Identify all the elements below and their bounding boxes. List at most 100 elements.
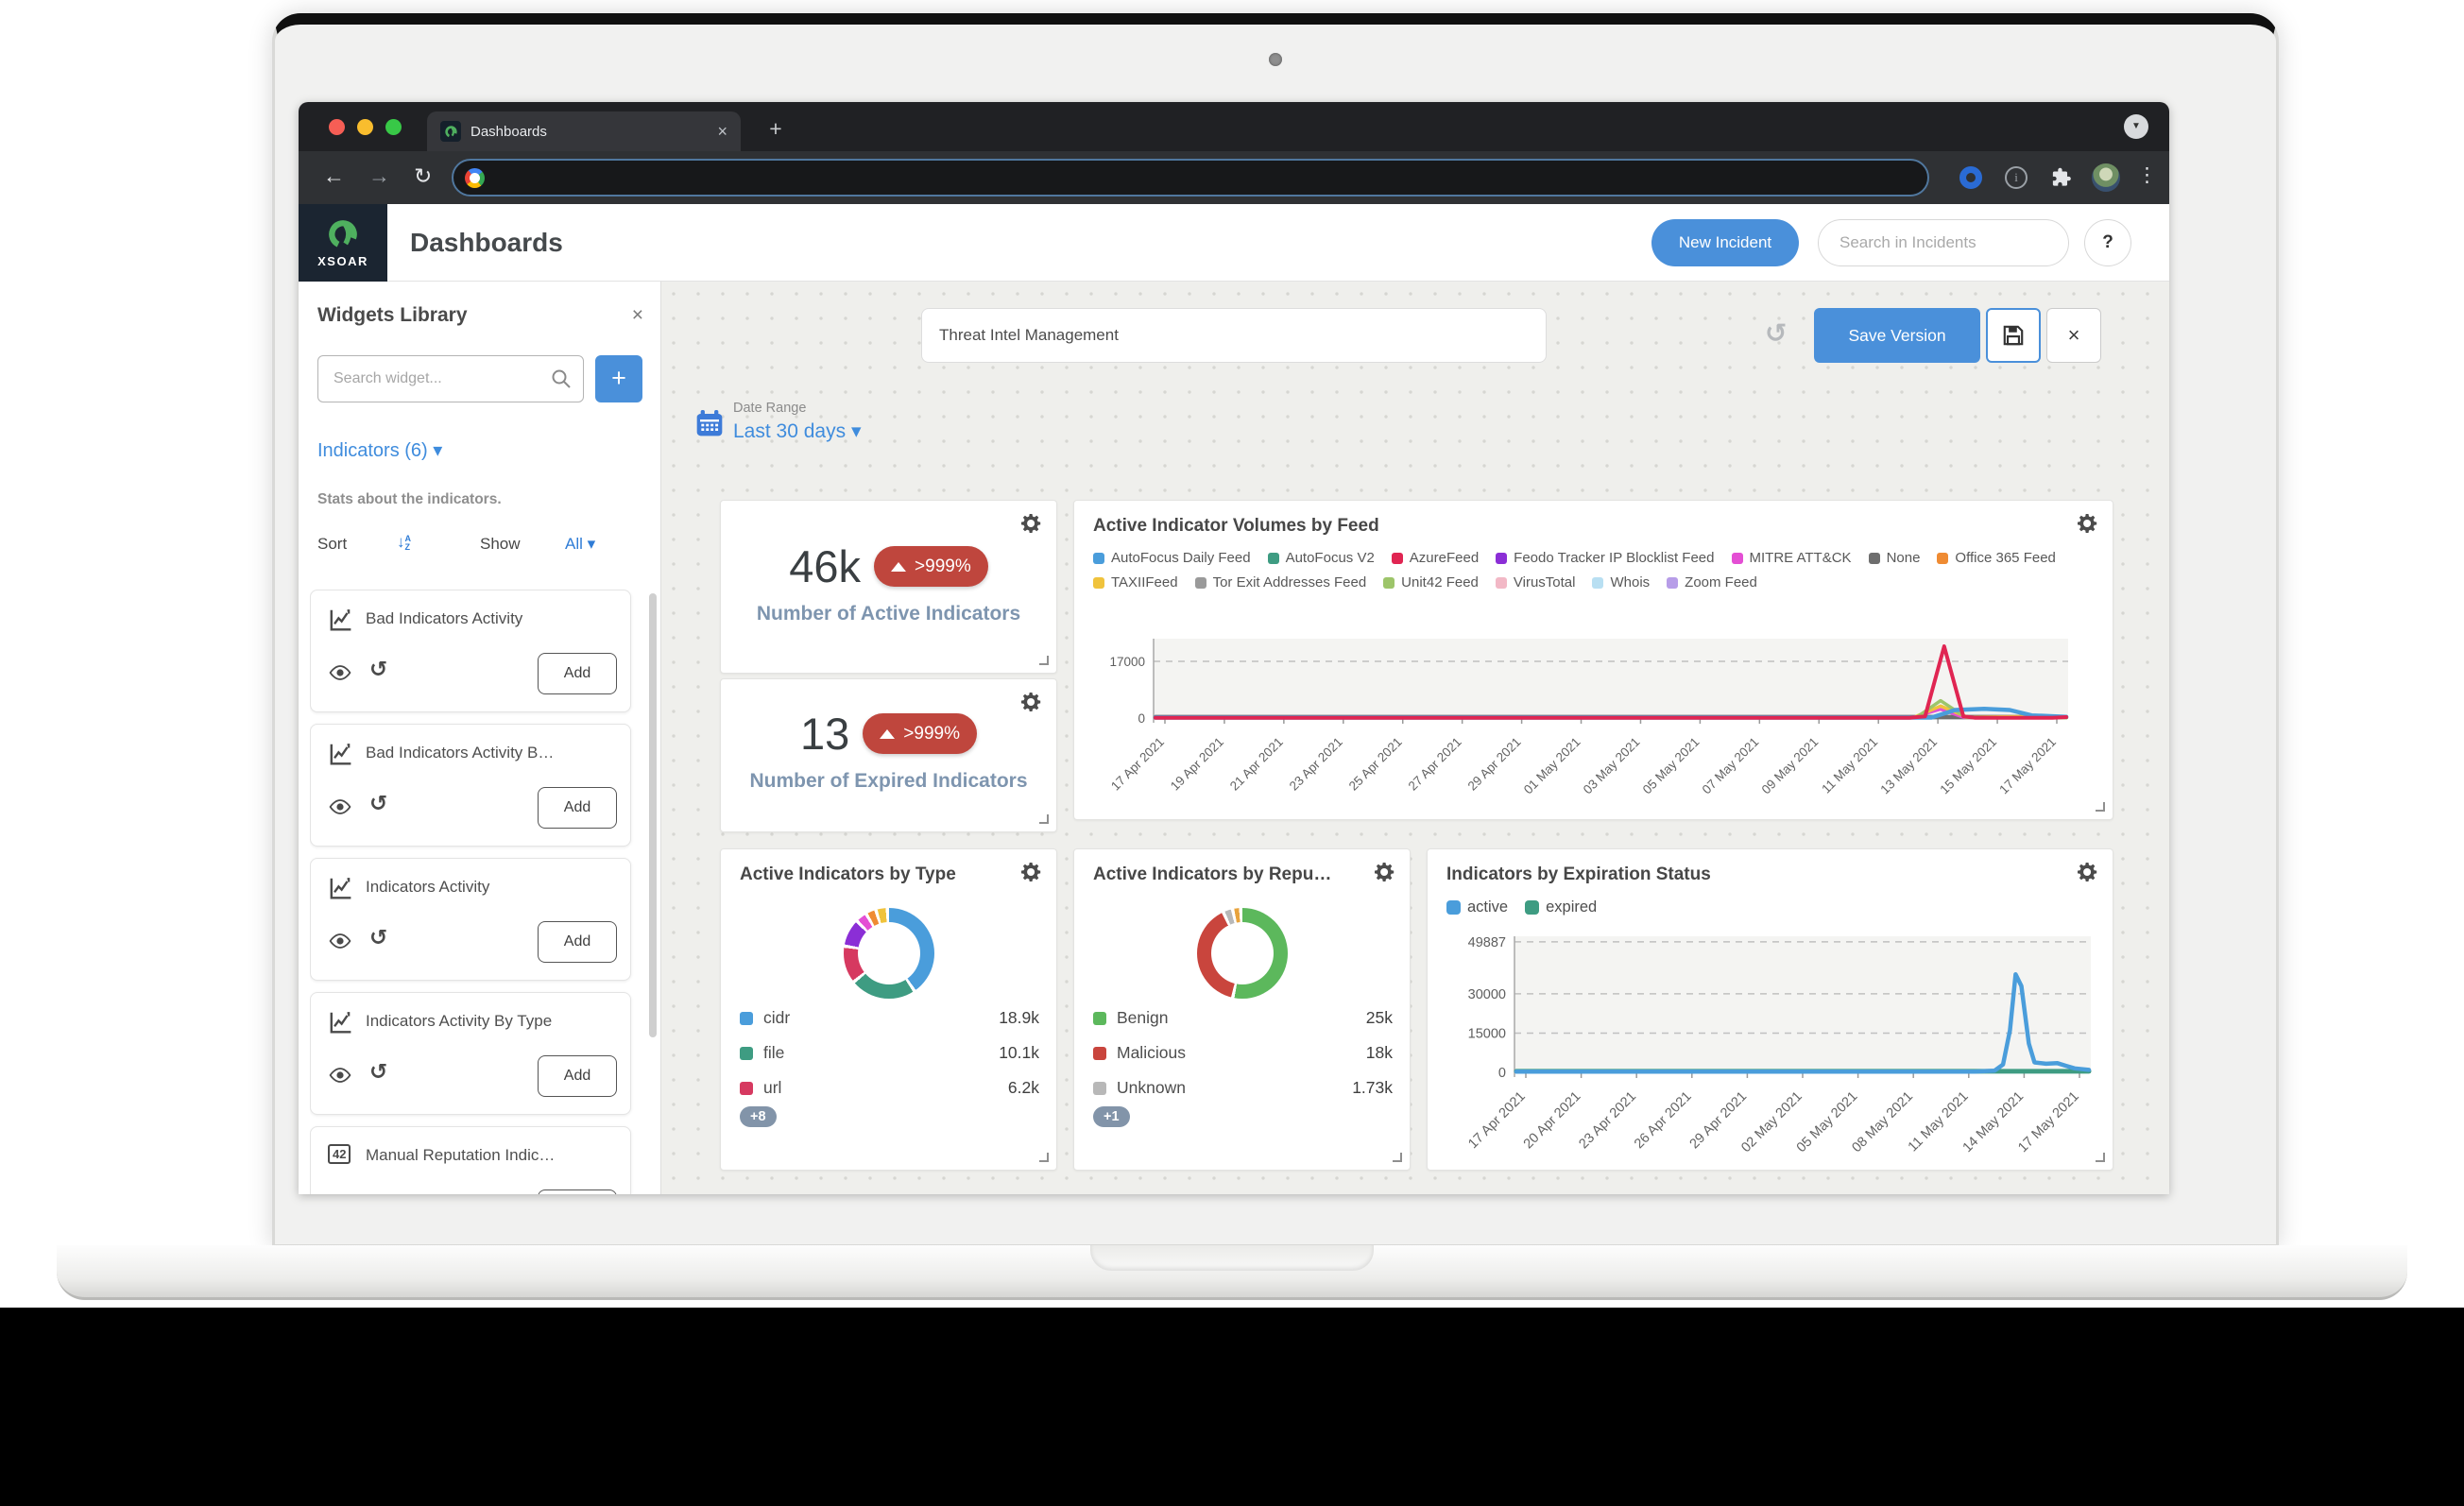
- search-incidents-input[interactable]: [1818, 219, 2069, 266]
- legend-item[interactable]: Unit42 Feed: [1383, 574, 1479, 590]
- help-button[interactable]: ?: [2084, 219, 2131, 266]
- legend-item[interactable]: AutoFocus Daily Feed: [1093, 550, 1251, 566]
- donut-legend-row[interactable]: Benign25k: [1093, 1001, 1393, 1035]
- extensions-puzzle-icon[interactable]: [2048, 165, 2073, 190]
- date-range-dropdown[interactable]: Last 30 days ▾: [733, 419, 861, 443]
- widget-library-card[interactable]: Indicators Activity↺Add: [310, 858, 631, 981]
- history-icon[interactable]: ↺: [369, 925, 387, 950]
- widget-library-card[interactable]: Indicators Activity By Type↺Add: [310, 992, 631, 1115]
- preview-eye-icon[interactable]: [328, 664, 352, 681]
- history-icon[interactable]: ↺: [369, 1059, 387, 1085]
- tab-close-icon[interactable]: ×: [717, 122, 727, 142]
- new-incident-button[interactable]: New Incident: [1651, 219, 1799, 266]
- resize-handle[interactable]: [2096, 1153, 2105, 1162]
- resize-handle[interactable]: [1039, 814, 1049, 824]
- donut-legend-row[interactable]: file10.1k: [740, 1035, 1039, 1070]
- donut-legend-row[interactable]: url6.2k: [740, 1070, 1039, 1105]
- legend-item[interactable]: active: [1446, 898, 1508, 916]
- add-widget-to-dashboard-button[interactable]: Add: [538, 653, 617, 694]
- legend-item[interactable]: AzureFeed: [1392, 550, 1479, 566]
- save-version-button[interactable]: Save Version: [1814, 308, 1980, 363]
- widget-library-card[interactable]: Bad Indicators Activity↺Add: [310, 590, 631, 712]
- resize-handle[interactable]: [2096, 802, 2105, 812]
- add-widget-to-dashboard-button[interactable]: Add: [538, 1189, 617, 1194]
- legend-item[interactable]: None: [1869, 550, 1921, 566]
- number-widget-icon: 42: [328, 1144, 351, 1164]
- add-widget-button[interactable]: +: [595, 355, 642, 402]
- legend-item[interactable]: Whois: [1592, 574, 1650, 590]
- legend-item[interactable]: TAXIIFeed: [1093, 574, 1178, 590]
- window-close-button[interactable]: [329, 119, 345, 135]
- window-zoom-button[interactable]: [385, 119, 402, 135]
- add-widget-to-dashboard-button[interactable]: Add: [538, 787, 617, 829]
- legend-swatch: [1383, 577, 1395, 589]
- gear-icon[interactable]: [2077, 861, 2099, 883]
- show-filter-dropdown[interactable]: All ▾: [565, 535, 595, 554]
- sort-az-icon[interactable]: ↓AZ: [397, 533, 411, 552]
- legend-item[interactable]: Tor Exit Addresses Feed: [1195, 574, 1367, 590]
- indicators-category-dropdown[interactable]: Indicators (6) ▾: [317, 438, 442, 462]
- browser-tab[interactable]: Dashboards ×: [427, 111, 741, 151]
- donut-legend-row[interactable]: Unknown1.73k: [1093, 1070, 1393, 1105]
- donut-legend-row[interactable]: Malicious18k: [1093, 1035, 1393, 1070]
- resize-handle[interactable]: [1039, 656, 1049, 665]
- discard-button[interactable]: ×: [2046, 308, 2101, 363]
- svg-text:0: 0: [1498, 1066, 1506, 1081]
- more-types-badge[interactable]: +8: [740, 1106, 777, 1127]
- widget-library-card[interactable]: 42Manual Reputation Indic…↺Add: [310, 1126, 631, 1194]
- browser-menu-icon[interactable]: ⋮: [2137, 163, 2157, 187]
- close-icon[interactable]: ×: [632, 304, 643, 327]
- url-bar[interactable]: [452, 159, 1929, 197]
- legend-item[interactable]: MITRE ATT&CK: [1732, 550, 1852, 566]
- legend-item[interactable]: VirusTotal: [1496, 574, 1576, 590]
- legend-item[interactable]: AutoFocus V2: [1268, 550, 1375, 566]
- extension-blue-dot-icon[interactable]: [1959, 166, 1982, 189]
- history-icon[interactable]: ↺: [369, 791, 387, 816]
- window-minimize-button[interactable]: [357, 119, 373, 135]
- sidebar-scrollbar[interactable]: [649, 593, 657, 1037]
- avatar[interactable]: [2092, 163, 2120, 192]
- gear-icon[interactable]: [1020, 861, 1043, 883]
- gear-icon[interactable]: [2077, 512, 2099, 535]
- preview-eye-icon[interactable]: [328, 798, 352, 815]
- gear-icon[interactable]: [1374, 861, 1396, 883]
- legend-swatch: [1525, 900, 1539, 915]
- legend-item[interactable]: Feodo Tracker IP Blocklist Feed: [1496, 550, 1714, 566]
- app-header: XSOAR Dashboards New Incident ?: [299, 204, 2169, 282]
- history-icon[interactable]: ↺: [369, 1193, 387, 1194]
- chevron-down-icon[interactable]: ▼: [2124, 114, 2148, 139]
- legend-swatch: [1268, 553, 1279, 564]
- more-reputations-badge[interactable]: +1: [1093, 1106, 1130, 1127]
- legend-item[interactable]: expired: [1525, 898, 1597, 916]
- xsoar-logo[interactable]: XSOAR: [299, 204, 387, 282]
- svg-text:23 Apr 2021: 23 Apr 2021: [1576, 1089, 1639, 1153]
- resize-handle[interactable]: [1039, 1153, 1049, 1162]
- reload-icon[interactable]: ↻: [414, 163, 432, 189]
- legend-item[interactable]: Office 365 Feed: [1937, 550, 2055, 566]
- version-history-icon[interactable]: ↺: [1765, 317, 1787, 349]
- legend-label: AzureFeed: [1410, 550, 1479, 566]
- forward-icon[interactable]: →: [368, 163, 390, 189]
- stat-value: 46k: [789, 540, 861, 592]
- preview-eye-icon[interactable]: [328, 933, 352, 950]
- legend-item[interactable]: Zoom Feed: [1667, 574, 1757, 590]
- search-widget-input[interactable]: [317, 355, 584, 402]
- history-icon[interactable]: ↺: [369, 657, 387, 682]
- dashboard-name-input[interactable]: [921, 308, 1547, 363]
- new-tab-button[interactable]: +: [763, 117, 788, 142]
- resize-handle[interactable]: [1393, 1153, 1402, 1162]
- logo-text: XSOAR: [317, 254, 368, 268]
- up-arrow-icon: [880, 729, 895, 739]
- gear-icon[interactable]: [1020, 512, 1043, 535]
- widget-library-card[interactable]: Bad Indicators Activity B…↺Add: [310, 724, 631, 847]
- save-icon-button[interactable]: [1986, 308, 2041, 363]
- add-widget-to-dashboard-button[interactable]: Add: [538, 921, 617, 963]
- change-badge: >999%: [874, 546, 988, 587]
- add-widget-to-dashboard-button[interactable]: Add: [538, 1055, 617, 1097]
- info-icon[interactable]: i: [2005, 166, 2028, 189]
- legend-swatch: [1446, 900, 1461, 915]
- preview-eye-icon[interactable]: [328, 1067, 352, 1084]
- back-icon[interactable]: ←: [323, 163, 345, 189]
- feed-volumes-widget: Active Indicator Volumes by Feed AutoFoc…: [1073, 500, 2113, 820]
- donut-legend-row[interactable]: cidr18.9k: [740, 1001, 1039, 1035]
